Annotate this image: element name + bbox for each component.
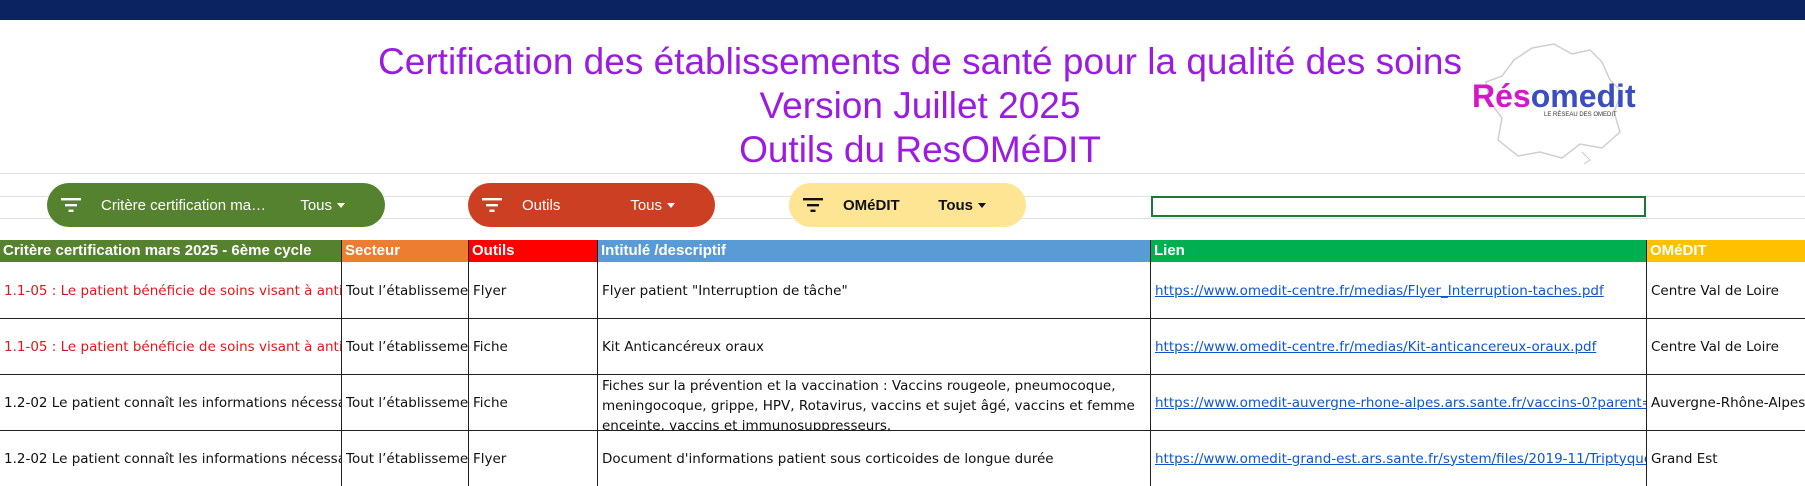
cell-secteur[interactable]: Tout l’établissement — [342, 375, 469, 430]
cell-secteur[interactable]: Tout l’établissement — [342, 263, 469, 318]
title-line-3: Outils du ResOMéDIT — [739, 129, 1101, 170]
row-divider — [0, 318, 1805, 319]
page-title: Certification des établissements de sant… — [330, 40, 1510, 172]
caret-down-icon — [667, 203, 675, 209]
filter-chip-critere[interactable]: Critère certification ma… Tous — [47, 183, 385, 227]
cell-outil[interactable]: Flyer — [469, 263, 598, 318]
cell-lien-link[interactable]: https://www.omedit-grand-est.ars.sante.f… — [1151, 431, 1647, 486]
column-header-lien[interactable]: Lien — [1151, 240, 1647, 262]
caret-down-icon — [337, 203, 345, 209]
cell-omedit[interactable]: Grand Est — [1647, 431, 1805, 486]
cell-critere[interactable]: 1.1-05 : Le patient bénéficie de soins v… — [0, 319, 342, 374]
resomedit-logo: Résomedit LE RÉSEAU DES OMEDIT — [1462, 40, 1642, 165]
cell-intitule[interactable]: Document d'informations patient sous cor… — [598, 431, 1151, 486]
filter-chip-outils[interactable]: Outils Tous — [468, 183, 715, 227]
filter-chip-value[interactable]: Tous — [300, 197, 345, 214]
column-header-intitule[interactable]: Intitulé /descriptif — [598, 240, 1151, 262]
filter-icon — [803, 198, 823, 212]
cell-critere[interactable]: 1.2-02 Le patient connaît les informatio… — [0, 431, 342, 486]
cell-outil[interactable]: Fiche — [469, 375, 598, 430]
column-header-outils[interactable]: Outils — [469, 240, 598, 262]
row-divider — [0, 430, 1805, 431]
filter-chip-label: OMéDIT — [843, 196, 900, 214]
row-divider — [0, 374, 1805, 375]
column-header-secteur[interactable]: Secteur — [342, 240, 469, 262]
cell-secteur[interactable]: Tout l’établissement — [342, 319, 469, 374]
app-top-bar — [0, 0, 1805, 20]
cell-critere[interactable]: 1.2-02 Le patient connaît les informatio… — [0, 375, 342, 430]
cell-omedit[interactable]: Centre Val de Loire — [1647, 263, 1805, 318]
cell-omedit[interactable]: Auvergne-Rhône-Alpes — [1647, 375, 1805, 430]
title-line-2: Version Juillet 2025 — [759, 85, 1081, 126]
logo-wordmark: Résomedit — [1472, 78, 1636, 114]
filter-icon — [61, 198, 81, 212]
cell-intitule[interactable]: Kit Anticancéreux oraux — [598, 319, 1151, 374]
selected-cell[interactable] — [1151, 196, 1646, 217]
filter-chip-label: Outils — [522, 196, 561, 214]
filter-chip-value[interactable]: Tous — [630, 197, 675, 214]
cell-lien-link[interactable]: https://www.omedit-centre.fr/medias/Kit-… — [1151, 319, 1647, 374]
caret-down-icon — [978, 203, 986, 209]
cell-outil[interactable]: Flyer — [469, 431, 598, 486]
cell-lien-link[interactable]: https://www.omedit-auvergne-rhone-alpes.… — [1151, 375, 1647, 430]
cell-omedit[interactable]: Centre Val de Loire — [1647, 319, 1805, 374]
cell-intitule[interactable]: Flyer patient "Interruption de tâche" — [598, 263, 1151, 318]
cell-intitule[interactable]: Fiches sur la prévention et la vaccinati… — [598, 375, 1151, 430]
title-line-1: Certification des établissements de sant… — [378, 41, 1462, 82]
column-header-critere[interactable]: Critère certification mars 2025 - 6ème c… — [0, 240, 342, 262]
column-divider — [1150, 240, 1151, 486]
filter-chip-value[interactable]: Tous — [938, 197, 986, 214]
cell-critere[interactable]: 1.1-05 : Le patient bénéficie de soins v… — [0, 263, 342, 318]
cell-lien-link[interactable]: https://www.omedit-centre.fr/medias/Flye… — [1151, 263, 1647, 318]
grid-line — [0, 173, 1805, 174]
cell-secteur[interactable]: Tout l’établissement — [342, 431, 469, 486]
column-header-omedit[interactable]: OMéDIT — [1647, 240, 1805, 262]
column-divider — [341, 240, 342, 486]
filter-chip-label: Critère certification ma… — [101, 196, 267, 214]
column-divider — [468, 240, 469, 486]
column-divider — [1646, 240, 1647, 486]
cell-outil[interactable]: Fiche — [469, 319, 598, 374]
logo-tagline: LE RÉSEAU DES OMEDIT — [1544, 112, 1617, 118]
filter-icon — [482, 198, 502, 212]
column-divider — [597, 240, 598, 486]
filter-chip-omedit[interactable]: OMéDIT Tous — [789, 183, 1026, 227]
